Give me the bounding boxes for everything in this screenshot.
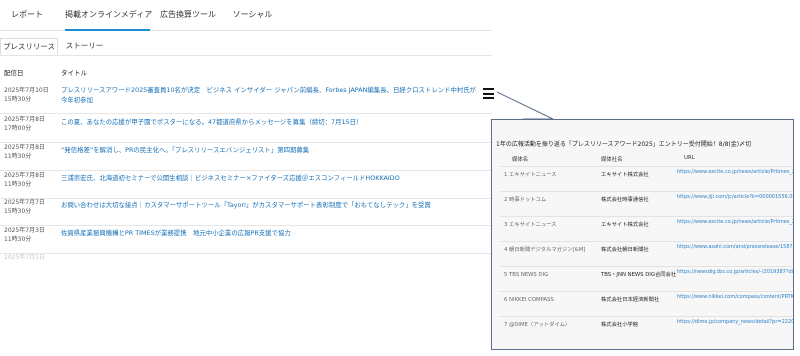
media-row: 3 エキサイトニュース エキサイト株式会社 https://www.excite…	[500, 216, 793, 242]
media-row: 1 エキサイトニュース エキサイト株式会社 https://www.excite…	[500, 166, 793, 192]
media-name: 5 TBS NEWS DIG	[504, 272, 549, 278]
media-url-link[interactable]: https://www.jiji.com/jc/article?k=000001…	[677, 194, 793, 201]
media-name: 6 NIKKEI COMPASS	[504, 297, 554, 303]
media-row: 4 朝日新聞デジタルマガジン[&M] 株式会社朝日新聞社 https://www…	[500, 241, 793, 267]
media-name: 3 エキサイトニュース	[504, 222, 557, 228]
media-list-panel: 1年の広報活動を振り返る「プレスリリースアワード2025」エントリー受付開始！8…	[491, 119, 794, 350]
media-column-header: 媒体名	[512, 157, 529, 163]
media-row: 2 時事ドットコム 株式会社時事通信社 https://www.jiji.com…	[500, 191, 793, 217]
media-row: 5 TBS NEWS DIG TBS・JNN NEWS DIG合同会社 http…	[500, 266, 793, 292]
menu-icon[interactable]	[483, 88, 494, 99]
media-url-link[interactable]: https://www.excite.co.jp/news/article/Pr…	[677, 219, 793, 226]
media-name: 2 時事ドットコム	[504, 197, 547, 203]
media-name: 7 @DIME（アットダイム）	[504, 322, 571, 328]
media-url-link[interactable]: https://www.asahi.com/and/pressrelease/1…	[677, 244, 793, 251]
media-url-link[interactable]: https://dime.jp/company_news/detail?pr=2…	[677, 319, 793, 326]
media-url-link[interactable]: https://newsdig.tbs.co.jp/articles/-/201…	[677, 269, 793, 276]
media-url-link[interactable]: https://www.excite.co.jp/news/article/Pr…	[677, 169, 793, 176]
media-url-link[interactable]: https://www.nikkei.com/compass/content/P…	[677, 294, 793, 301]
company-column-header: 媒体社名	[601, 157, 623, 163]
media-name: 1 エキサイトニュース	[504, 172, 557, 178]
media-row: 7 @DIME（アットダイム） 株式会社小学館 https://dime.jp/…	[500, 316, 793, 342]
url-column-header: URL	[684, 155, 695, 161]
panel-title: 1年の広報活動を振り返る「プレスリリースアワード2025」エントリー受付開始！8…	[496, 141, 752, 148]
media-row: 6 NIKKEI COMPASS 株式会社日本経済新聞社 https://www…	[500, 291, 793, 317]
media-name: 4 朝日新聞デジタルマガジン[&M]	[504, 247, 586, 253]
